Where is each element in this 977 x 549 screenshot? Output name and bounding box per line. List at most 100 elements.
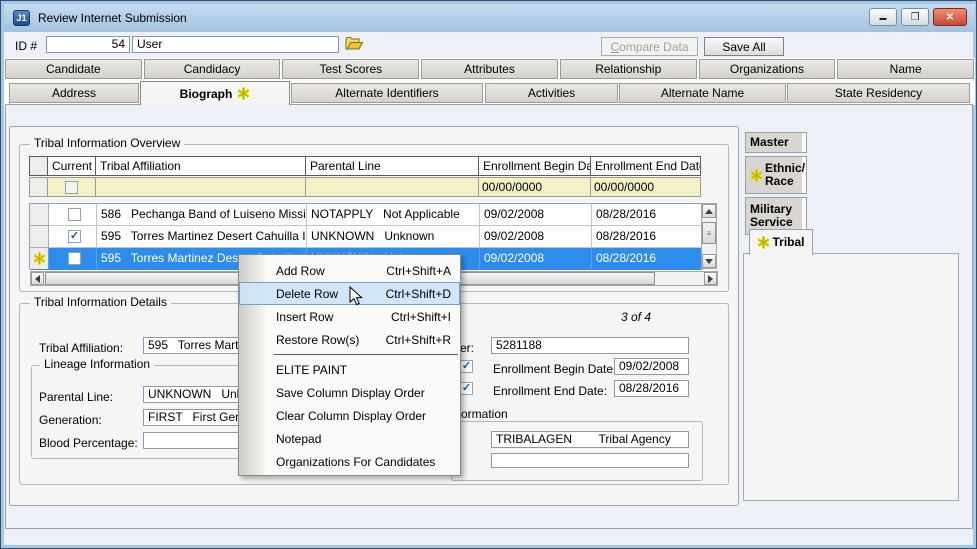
app-window: J1 Review Internet Submission ID # 54 Us… [0,0,977,549]
generation-field[interactable]: FIRST First Gener [143,409,239,426]
enrollment-begin-field[interactable]: 09/02/2008 [614,358,689,375]
minimize-button[interactable] [869,8,897,26]
menu-item-shortcut: Ctrl+Shift+D [386,287,451,301]
tab-alternate-identifiers-label: Alternate Identifiers [335,86,438,100]
tab-strip-second: Address Biograph Alternate Identifiers A… [4,81,975,105]
end-date-cell[interactable]: 08/28/2016 [592,204,702,226]
row-header-cell[interactable] [30,226,49,248]
menu-item-label: Notepad [276,432,321,446]
filter-current-cell [48,177,96,197]
filter-parental-cell[interactable] [306,177,479,197]
filter-end-cell[interactable]: 00/00/0000 [591,177,701,197]
tribal-affiliation-field[interactable]: 595 Torres Martine [143,337,239,354]
menu-item-label: Restore Row(s) [276,333,359,347]
vertical-scroll-thumb[interactable]: ≡ [702,222,716,244]
menu-item-notepad[interactable]: Notepad [239,427,460,450]
parental-line-label: Parental Line: [39,390,113,404]
column-current[interactable]: Current [48,156,96,176]
tab-attributes[interactable]: Attributes [421,59,558,79]
current-checkbox[interactable] [68,252,81,265]
tab-test-scores[interactable]: Test Scores [282,59,419,79]
tribal-affiliation-label: Tribal Affiliation: [39,341,123,355]
side-tab-master[interactable]: Master [745,132,807,153]
row-header-cell[interactable] [30,248,49,270]
column-tribal-affiliation[interactable]: Tribal Affiliation [96,156,306,176]
agency-groupbox [451,421,703,481]
end-date-checkbox[interactable]: ✓ [460,382,473,395]
tab-organizations[interactable]: Organizations [699,59,836,79]
tab-alternate-name[interactable]: Alternate Name [619,83,786,103]
begin-date-checkbox[interactable]: ✓ [460,360,473,373]
column-parental-line[interactable]: Parental Line [306,156,479,176]
scroll-left-icon[interactable] [35,275,40,283]
scroll-right-icon[interactable] [708,275,713,283]
side-tab-tribal[interactable]: Tribal [749,229,813,255]
mouse-cursor [349,286,363,306]
id-label: ID # [15,39,37,53]
tab-state-residency[interactable]: State Residency [787,83,970,103]
tab-alternate-identifiers[interactable]: Alternate Identifiers [291,83,483,103]
menu-item-clear-column-order[interactable]: Clear Column Display Order [239,404,460,427]
tab-name[interactable]: Name [837,59,974,79]
menu-item-save-column-order[interactable]: Save Column Display Order [239,381,460,404]
window-controls [869,8,967,26]
save-all-button[interactable]: Save All [704,37,784,56]
blood-percentage-field[interactable] [143,432,239,449]
menu-item-restore-rows[interactable]: Restore Row(s) Ctrl+Shift+R [239,328,460,351]
menu-item-organizations-for-candidates[interactable]: Organizations For Candidates [239,450,460,473]
begin-date-cell[interactable]: 09/02/2008 [480,204,592,226]
minimize-icon [880,12,887,22]
menu-item-label: Save Column Display Order [276,386,425,400]
current-checkbox[interactable] [68,208,81,221]
tab-activities[interactable]: Activities [485,83,618,103]
begin-date-cell[interactable]: 09/02/2008 [480,248,592,270]
row-header-cell[interactable] [30,204,49,226]
filter-begin-cell[interactable]: 00/00/0000 [479,177,591,197]
tab-candidacy[interactable]: Candidacy [144,59,281,79]
tab-address[interactable]: Address [9,83,139,103]
open-folder-icon[interactable] [345,36,364,51]
scroll-up-icon[interactable] [705,209,713,214]
scroll-down-icon[interactable] [705,259,713,264]
end-date-cell[interactable]: 08/28/2016 [592,226,702,248]
filter-current-checkbox[interactable] [65,181,78,194]
current-checkbox[interactable]: ✓ [68,230,81,243]
close-button[interactable] [933,8,967,26]
tab-biograph[interactable]: Biograph [140,81,290,105]
filter-affiliation-cell[interactable] [96,177,306,197]
menu-item-label: ELITE PAINT [276,363,347,377]
enrollment-end-field[interactable]: 08/28/2016 [614,380,689,397]
side-tab-ethnic-race-label: Ethnic/ Race [765,162,805,188]
column-enrollment-begin[interactable]: Enrollment Begin Date [479,156,591,176]
affiliation-cell[interactable]: 595 Torres Martinez Desert Cahuilla In [97,226,307,248]
compare-data-label: ompare Data [619,40,688,54]
menu-item-add-row[interactable]: Add Row Ctrl+Shift+A [239,259,460,282]
menu-item-insert-row[interactable]: Insert Row Ctrl+Shift+I [239,305,460,328]
parental-cell[interactable]: NOTAPPLY Not Applicable [307,204,480,226]
tribal-agency-field[interactable]: TRIBALAGEN Tribal Agency [491,431,689,448]
table-row[interactable]: ✓ 595 Torres Martinez Desert Cahuilla In… [30,226,702,248]
side-tab-ethnic-race[interactable]: Ethnic/ Race [745,156,807,194]
enrollment-begin-label: Enrollment Begin Date: [493,362,616,376]
tribal-side-panel [743,253,959,501]
maximize-button[interactable] [901,8,929,26]
table-vertical-scrollbar[interactable]: ≡ [701,203,717,269]
enrollment-number-field[interactable]: 5281188 [491,337,689,354]
parental-cell[interactable]: UNKNOWN Unknown [307,226,480,248]
tab-relationship[interactable]: Relationship [560,59,697,79]
tribal-agency-field-2[interactable] [491,453,689,468]
menu-item-elite-paint[interactable]: ELITE PAINT [239,358,460,381]
table-row[interactable]: 586 Pechanga Band of Luiseno Missio NOTA… [30,204,702,226]
tab-candidate[interactable]: Candidate [5,59,142,79]
begin-date-cell[interactable]: 09/02/2008 [480,226,592,248]
id-input[interactable]: 54 [46,36,130,53]
column-enrollment-end[interactable]: Enrollment End Date [591,156,701,176]
affiliation-cell[interactable]: 586 Pechanga Band of Luiseno Missio [97,204,307,226]
parental-line-field[interactable]: UNKNOWN Unkn [143,386,239,403]
menu-separator [274,354,458,355]
filter-row-header [29,177,48,197]
user-input[interactable]: User [132,36,339,53]
end-date-cell[interactable]: 08/28/2016 [592,248,702,270]
menu-item-label: Clear Column Display Order [276,409,426,423]
lineage-group-title: Lineage Information [40,357,154,371]
